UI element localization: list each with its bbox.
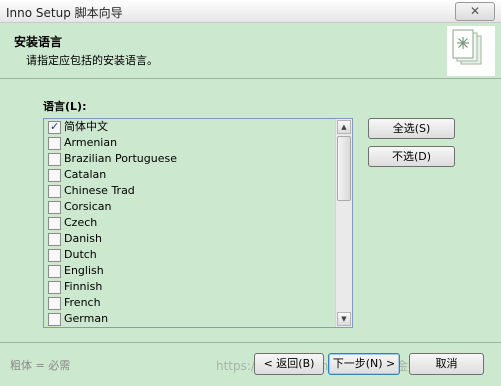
language-label: 简体中文: [64, 120, 108, 133]
language-checkbox[interactable]: [48, 185, 61, 198]
languages-listbox[interactable]: ✓ 简体中文 Armenian Brazilian Portuguese Catalan…: [43, 118, 353, 328]
language-checkbox[interactable]: [48, 201, 61, 214]
languages-list: ✓ 简体中文 Armenian Brazilian Portuguese Catalan…: [44, 119, 334, 327]
back-button[interactable]: < 返回(B): [254, 353, 324, 375]
language-label: Brazilian Portuguese: [64, 152, 177, 165]
window-title: Inno Setup 脚本向导: [6, 6, 123, 20]
language-checkbox[interactable]: [48, 297, 61, 310]
language-checkbox[interactable]: [48, 265, 61, 278]
language-checkbox[interactable]: [48, 137, 61, 150]
language-label: Armenian: [64, 136, 118, 149]
language-checkbox[interactable]: [48, 233, 61, 246]
language-item[interactable]: ✓ 简体中文: [44, 119, 334, 135]
checkmark-icon: ✓: [50, 120, 60, 133]
language-item[interactable]: Dutch: [44, 247, 334, 263]
language-item[interactable]: German: [44, 311, 334, 327]
header-divider: [0, 78, 501, 79]
close-icon: ✕: [469, 4, 481, 18]
language-item[interactable]: Armenian: [44, 135, 334, 151]
language-item[interactable]: Czech: [44, 215, 334, 231]
language-item[interactable]: English: [44, 263, 334, 279]
wizard-header: 安装语言 请指定应包括的安装语言。: [0, 23, 501, 78]
language-label: Catalan: [64, 168, 107, 181]
deselect-all-button[interactable]: 不选(D): [368, 146, 455, 167]
select-all-button[interactable]: 全选(S): [368, 118, 455, 139]
language-checkbox[interactable]: [48, 249, 61, 262]
next-button[interactable]: 下一步(N) >: [328, 353, 400, 375]
required-note: 粗体 = 必需: [10, 359, 71, 372]
language-checkbox[interactable]: [48, 153, 61, 166]
cancel-button[interactable]: 取消: [409, 353, 484, 375]
language-item[interactable]: Chinese Trad: [44, 183, 334, 199]
setup-pages-icon: [447, 26, 495, 76]
language-checkbox[interactable]: [48, 169, 61, 182]
language-label: Dutch: [64, 248, 97, 261]
language-item[interactable]: Brazilian Portuguese: [44, 151, 334, 167]
language-label: Danish: [64, 232, 102, 245]
scroll-down-button[interactable]: ▼: [337, 312, 351, 326]
list-scrollbar[interactable]: ▲ ▼: [335, 119, 352, 327]
footer-divider: [0, 342, 501, 343]
close-button[interactable]: ✕: [455, 2, 495, 21]
title-bar: Inno Setup 脚本向导 ✕: [0, 0, 501, 23]
language-label: Corsican: [64, 200, 112, 213]
language-checkbox[interactable]: ✓: [48, 120, 61, 134]
language-item[interactable]: Finnish: [44, 279, 334, 295]
language-label: Chinese Trad: [64, 184, 135, 197]
language-label: Czech: [64, 216, 98, 229]
language-checkbox[interactable]: [48, 217, 61, 230]
page-subtitle: 请指定应包括的安装语言。: [26, 54, 158, 67]
page-title: 安装语言: [14, 35, 63, 49]
language-label: English: [64, 264, 104, 277]
language-item[interactable]: Corsican: [44, 199, 334, 215]
language-label: Finnish: [64, 280, 103, 293]
language-item[interactable]: Danish: [44, 231, 334, 247]
language-checkbox[interactable]: [48, 313, 61, 326]
languages-label: 语言(L):: [43, 100, 87, 113]
language-item[interactable]: French: [44, 295, 334, 311]
language-checkbox[interactable]: [48, 281, 61, 294]
scroll-up-button[interactable]: ▲: [337, 120, 351, 134]
scroll-thumb[interactable]: [337, 136, 351, 201]
language-label: French: [64, 296, 101, 309]
language-label: German: [64, 312, 109, 325]
language-item[interactable]: Catalan: [44, 167, 334, 183]
